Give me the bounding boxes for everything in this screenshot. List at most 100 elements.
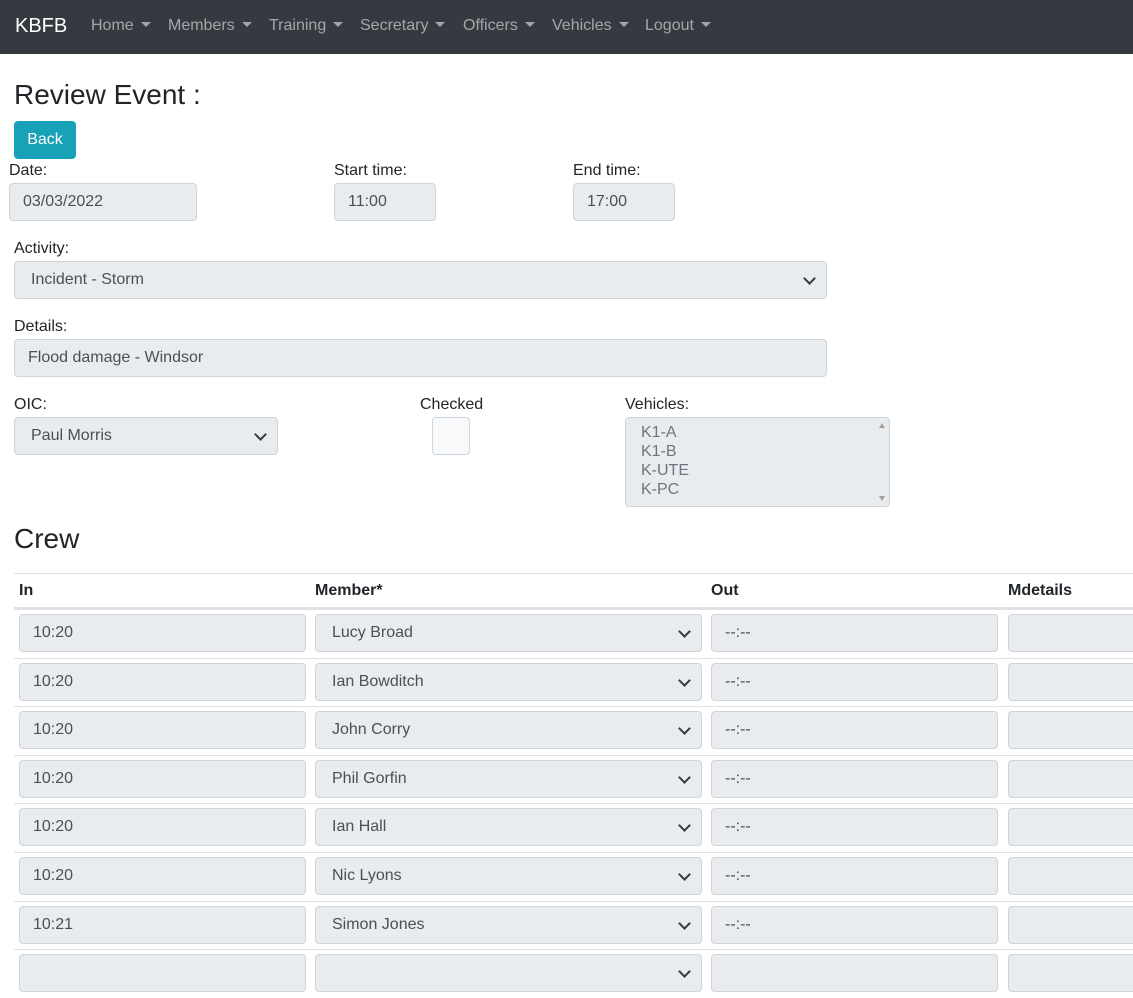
nav-members[interactable]: Members: [168, 16, 252, 36]
nav-logout-label: Logout: [645, 17, 694, 34]
nav-home[interactable]: Home: [91, 16, 151, 36]
activity-label: Activity:: [14, 240, 70, 257]
scroll-down-arrow-icon[interactable]: [879, 496, 885, 501]
mdetails-field[interactable]: [1008, 662, 1133, 701]
vehicle-option[interactable]: K-PC: [641, 480, 679, 499]
oic-label: OIC:: [14, 396, 47, 413]
nav-secretary[interactable]: Secretary: [360, 16, 446, 36]
in-time-field[interactable]: 10:20: [19, 711, 306, 750]
out-time-field[interactable]: --:--: [711, 857, 998, 895]
out-time-field[interactable]: [711, 954, 998, 993]
in-time-field[interactable]: 10:20: [19, 808, 306, 847]
end-time-label: End time:: [573, 162, 641, 179]
details-label: Details:: [14, 318, 68, 335]
member-select[interactable]: Simon Jones: [315, 905, 702, 944]
end-time-field[interactable]: 17:00: [573, 183, 675, 221]
nav-training[interactable]: Training: [269, 16, 344, 36]
oic-value: Paul Morris: [31, 427, 112, 444]
start-time-field[interactable]: 11:00: [334, 183, 436, 221]
member-select[interactable]: John Corry: [315, 711, 702, 750]
in-time-field[interactable]: 10:20: [19, 857, 306, 895]
table-row: 10:20 Lucy Broad --:--: [14, 609, 1133, 658]
in-time-field[interactable]: 10:20: [19, 662, 306, 701]
date-field[interactable]: 03/03/2022: [9, 183, 197, 221]
start-time-label: Start time:: [334, 162, 407, 179]
table-row: 10:20 John Corry --:--: [14, 706, 1133, 755]
in-time-field-value: 10:20: [33, 769, 74, 787]
out-time-field[interactable]: --:--: [711, 905, 998, 944]
back-button[interactable]: Back: [14, 121, 76, 159]
in-time-field-value: 10:20: [33, 867, 74, 884]
nav-training-label: Training: [269, 17, 327, 34]
out-time-field[interactable]: --:--: [711, 808, 998, 847]
mdetails-field[interactable]: [1008, 857, 1133, 895]
scroll-up-arrow-icon[interactable]: [879, 423, 885, 428]
out-time-field[interactable]: --:--: [711, 711, 998, 750]
mdetails-field[interactable]: [1008, 808, 1133, 847]
vehicle-option[interactable]: K1-B: [641, 442, 677, 461]
member-select-value: Phil Gorfin: [332, 769, 407, 787]
mdetails-field[interactable]: [1008, 954, 1133, 993]
member-select-value: Ian Bowditch: [332, 672, 424, 690]
col-header-mdetails: Mdetails: [1008, 582, 1073, 599]
nav-officers[interactable]: Officers: [463, 16, 535, 36]
in-time-field[interactable]: 10:20: [19, 614, 306, 652]
member-select[interactable]: Phil Gorfin: [315, 759, 702, 798]
vehicle-option[interactable]: K-UTE: [641, 461, 689, 480]
col-header-out: Out: [711, 582, 739, 599]
table-row: 10:20 Ian Hall --:--: [14, 803, 1133, 852]
member-select[interactable]: Ian Hall: [315, 808, 702, 847]
in-time-field-value: 10:20: [33, 721, 74, 739]
chevron-down-icon: [678, 868, 691, 881]
out-time-field-value: --:--: [725, 672, 751, 690]
in-time-field[interactable]: 10:21: [19, 905, 306, 944]
caret-down-icon: [618, 22, 629, 27]
out-time-field[interactable]: --:--: [711, 614, 998, 652]
navbar-brand[interactable]: KBFB: [15, 14, 67, 38]
in-time-field-value: 10:20: [33, 672, 74, 690]
mdetails-field[interactable]: [1008, 905, 1133, 944]
vehicles-multiselect[interactable]: K1-A K1-B K-UTE K-PC: [625, 417, 890, 507]
in-time-field[interactable]: 10:20: [19, 759, 306, 798]
mdetails-field[interactable]: [1008, 614, 1133, 652]
chevron-down-icon: [678, 819, 691, 833]
table-row: 10:21 Simon Jones --:--: [14, 900, 1133, 950]
in-time-field[interactable]: [19, 954, 306, 993]
nav-vehicles-label: Vehicles: [552, 17, 612, 34]
chevron-down-icon: [678, 770, 691, 784]
row-divider: [14, 657, 1133, 659]
checked-checkbox[interactable]: [432, 417, 470, 455]
member-select[interactable]: Nic Lyons: [315, 857, 702, 895]
row-divider: [14, 706, 1133, 708]
nav-secretary-label: Secretary: [360, 17, 429, 34]
details-field[interactable]: Flood damage - Windsor: [14, 339, 827, 377]
member-select[interactable]: Ian Bowditch: [315, 662, 702, 701]
caret-down-icon: [333, 22, 344, 27]
nav-officers-label: Officers: [463, 17, 518, 34]
out-time-field[interactable]: --:--: [711, 662, 998, 701]
mdetails-field[interactable]: [1008, 759, 1133, 798]
mdetails-field[interactable]: [1008, 711, 1133, 750]
row-divider: [14, 754, 1133, 756]
end-time-value: 17:00: [587, 193, 628, 210]
chevron-down-icon: [678, 916, 691, 930]
out-time-field-value: --:--: [725, 721, 751, 739]
out-time-field-value: --:--: [725, 867, 751, 884]
member-select-value: Nic Lyons: [332, 867, 402, 884]
out-time-field-value: --:--: [725, 915, 751, 933]
activity-select[interactable]: Incident - Storm: [14, 261, 827, 299]
table-row: 10:20 Ian Bowditch --:--: [14, 657, 1133, 707]
row-divider: [14, 900, 1133, 902]
table-top-border: [14, 573, 1133, 574]
nav-logout[interactable]: Logout: [645, 16, 711, 36]
out-time-field-value: --:--: [725, 769, 751, 787]
out-time-field[interactable]: --:--: [711, 759, 998, 798]
member-select[interactable]: [315, 954, 702, 993]
nav-vehicles[interactable]: Vehicles: [552, 16, 629, 36]
out-time-field-value: --:--: [725, 624, 751, 641]
oic-select[interactable]: Paul Morris: [14, 417, 278, 455]
chevron-down-icon: [678, 673, 691, 687]
member-select[interactable]: Lucy Broad: [315, 614, 702, 652]
checked-label: Checked: [420, 396, 484, 413]
vehicle-option[interactable]: K1-A: [641, 423, 677, 442]
